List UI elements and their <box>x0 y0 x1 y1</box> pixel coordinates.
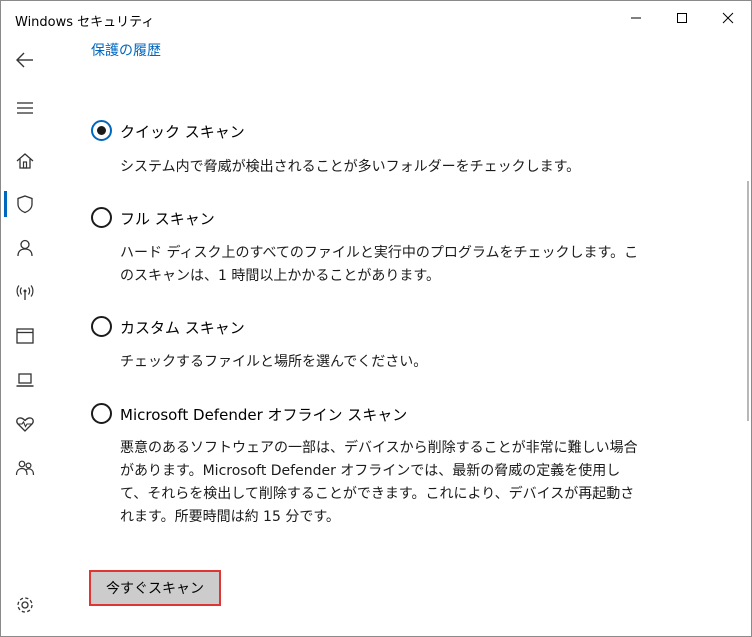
minimize-icon <box>631 17 641 19</box>
nav-device-security[interactable] <box>1 360 49 400</box>
full-scan-radio[interactable] <box>91 207 112 228</box>
back-button[interactable] <box>1 40 49 80</box>
home-icon <box>16 153 34 169</box>
custom-scan-label: カスタム スキャン <box>120 319 245 337</box>
quick-scan-radio[interactable] <box>91 120 112 141</box>
protection-history-link[interactable]: 保護の履歴 <box>91 40 161 60</box>
full-scan-description: ハード ディスク上のすべてのファイルと実行中のプログラムをチェックします。このス… <box>120 245 639 284</box>
full-scan-label: フル スキャン <box>120 210 215 228</box>
device-icon <box>16 373 34 387</box>
quick-scan-description: システム内で脅威が検出されることが多いフォルダーをチェックします。 <box>120 159 581 175</box>
close-button[interactable] <box>705 1 751 35</box>
back-arrow-icon <box>16 52 33 68</box>
nav-account[interactable] <box>1 228 49 268</box>
minimize-button[interactable] <box>613 1 659 35</box>
settings-icon <box>17 597 33 613</box>
app-window: Windows セキュリティ 保護の履歴 クイック スキャン システム内で脅威が… <box>0 0 752 637</box>
nav-settings[interactable] <box>1 585 49 625</box>
nav-home[interactable] <box>1 141 49 181</box>
custom-scan-description: チェックするファイルと場所を選んでください。 <box>120 354 428 370</box>
scan-now-button[interactable]: 今すぐスキャン <box>89 570 221 606</box>
shield-icon <box>17 195 33 214</box>
offline-scan-description: 悪意のあるソフトウェアの一部は、デバイスから削除することが非常に難しい場合があり… <box>120 440 638 525</box>
nav-virus-protection[interactable] <box>1 184 49 224</box>
hamburger-menu-icon <box>17 102 33 114</box>
quick-scan-label: クイック スキャン <box>120 123 245 141</box>
sidebar <box>1 37 49 637</box>
network-icon <box>16 285 34 300</box>
offline-scan-radio[interactable] <box>91 403 112 424</box>
offline-scan-label: Microsoft Defender オフライン スキャン <box>120 406 408 424</box>
app-browser-icon <box>16 328 34 344</box>
menu-button[interactable] <box>1 88 49 128</box>
health-icon <box>16 417 34 432</box>
maximize-button[interactable] <box>659 1 705 35</box>
maximize-icon <box>677 13 687 23</box>
family-icon <box>15 460 35 476</box>
scrollbar-thumb[interactable] <box>747 181 749 421</box>
nav-app-browser[interactable] <box>1 316 49 356</box>
main-content: 保護の履歴 クイック スキャン システム内で脅威が検出されることが多いフォルダー… <box>49 37 749 637</box>
close-icon <box>722 12 734 24</box>
nav-device-health[interactable] <box>1 404 49 444</box>
nav-family-options[interactable] <box>1 448 49 488</box>
window-title: Windows セキュリティ <box>15 15 155 30</box>
account-icon <box>17 239 33 257</box>
nav-firewall[interactable] <box>1 272 49 312</box>
custom-scan-radio[interactable] <box>91 316 112 337</box>
title-bar: Windows セキュリティ <box>1 1 751 37</box>
